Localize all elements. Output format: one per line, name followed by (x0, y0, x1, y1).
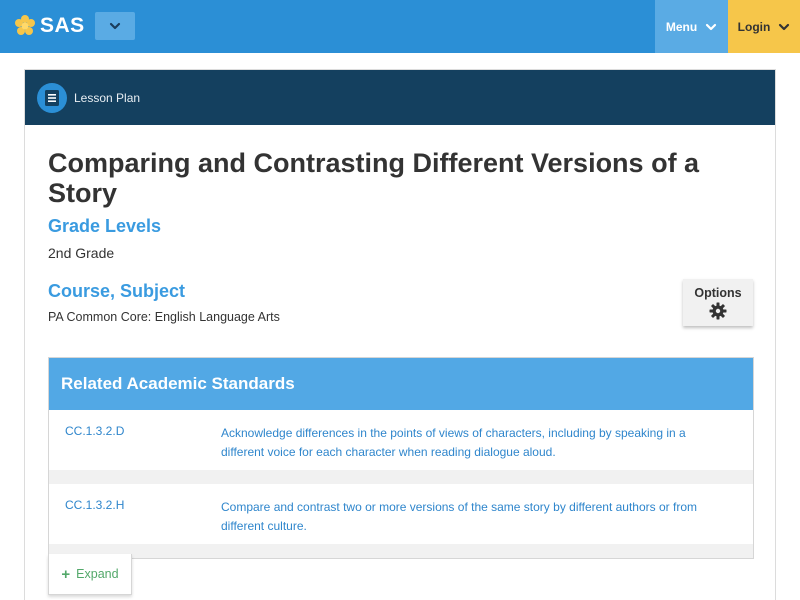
standard-description[interactable]: Compare and contrast two or more version… (221, 498, 731, 544)
row-divider (49, 470, 753, 484)
login-button[interactable]: Login (728, 0, 800, 53)
table-row: CC.1.3.2.D Acknowledge differences in th… (49, 410, 753, 470)
standard-code[interactable]: CC.1.3.2.D (49, 424, 221, 470)
standard-code[interactable]: CC.1.3.2.H (49, 498, 221, 544)
chevron-down-icon (779, 23, 790, 30)
card-header: Lesson Plan (25, 70, 775, 125)
menu-label: Menu (665, 19, 698, 34)
table-row: CC.1.3.2.H Compare and contrast two or m… (49, 484, 753, 544)
document-icon (37, 82, 67, 113)
lesson-plan-card: Lesson Plan Comparing and Contrasting Di… (24, 69, 776, 600)
chevron-down-icon (109, 22, 121, 30)
site-dropdown-button[interactable] (95, 12, 135, 40)
course-subject-value: PA Common Core: English Language Arts (48, 310, 280, 324)
related-standards-panel: Related Academic Standards CC.1.3.2.D Ac… (48, 357, 754, 559)
standard-description[interactable]: Acknowledge differences in the points of… (221, 424, 731, 470)
top-navigation-bar: SAS Menu Login (0, 0, 800, 53)
sas-logo[interactable]: SAS (12, 12, 85, 40)
menu-button[interactable]: Menu (655, 0, 728, 53)
sas-flower-icon (15, 15, 35, 35)
grade-levels-heading: Grade Levels (48, 216, 162, 236)
page-title: Comparing and Contrasting Different Vers… (48, 148, 700, 208)
standards-heading: Related Academic Standards (49, 358, 753, 410)
logo-text: SAS (40, 14, 85, 37)
expand-button[interactable]: + Expand (48, 554, 132, 595)
options-label: Options (694, 285, 742, 300)
login-label: Login (737, 19, 771, 34)
grade-levels-value: 2nd Grade (48, 245, 115, 261)
plus-icon: + (61, 565, 71, 583)
expand-label: Expand (76, 567, 119, 581)
course-subject-heading: Course, Subject (48, 281, 186, 301)
row-divider (49, 544, 753, 558)
gear-icon (709, 302, 727, 319)
content-type-label: Lesson Plan (74, 90, 141, 105)
chevron-down-icon (706, 23, 717, 30)
options-button[interactable]: Options (683, 279, 753, 326)
